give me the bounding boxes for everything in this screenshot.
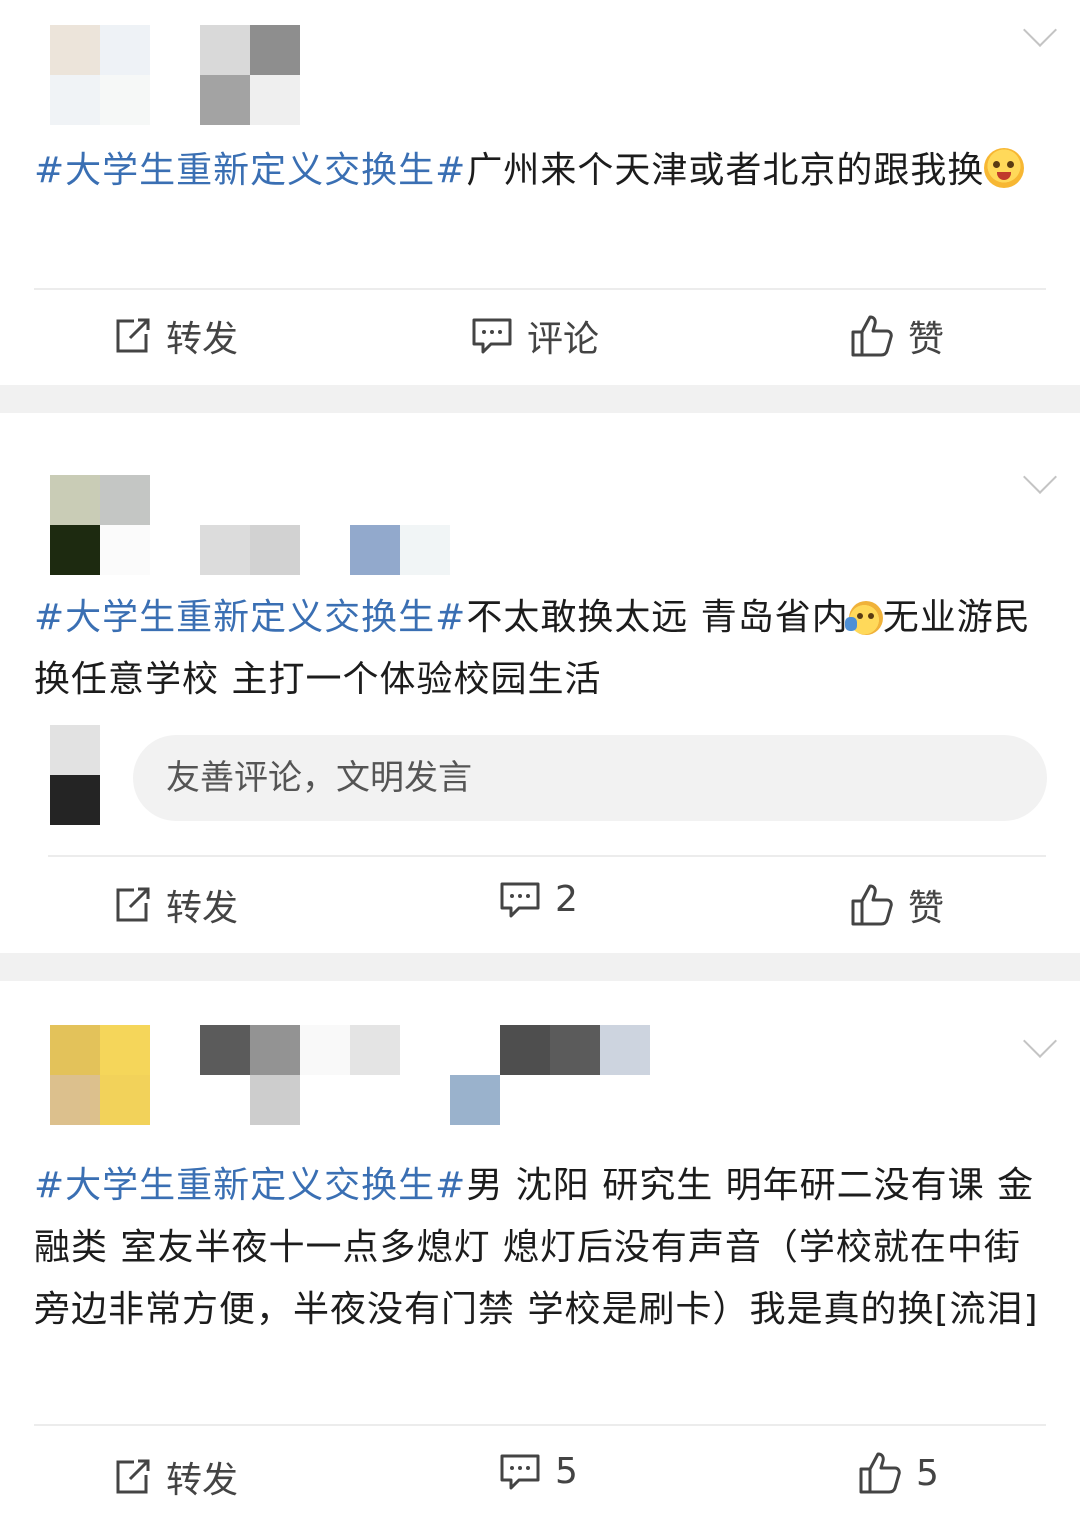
username-pixel	[200, 25, 250, 75]
repost-icon	[116, 887, 150, 922]
comment-count: 2	[555, 879, 578, 920]
avatar-pixel	[50, 75, 100, 125]
divider	[34, 288, 1046, 290]
thumbs-up-icon	[859, 1452, 901, 1494]
comment-label: 评论	[527, 319, 600, 360]
hashtag-link[interactable]: #大学生重新定义交换生#	[34, 597, 466, 638]
username-pixel	[250, 525, 300, 575]
comment-icon	[500, 1454, 540, 1489]
username-pixel	[250, 1025, 300, 1075]
avatar-pixel	[50, 775, 100, 825]
feed-separator	[0, 385, 1080, 413]
post-body: 不太敢换太远 青岛省内	[466, 597, 849, 638]
hashtag-link[interactable]: #大学生重新定义交换生#	[34, 1165, 466, 1206]
avatar[interactable]	[50, 25, 100, 75]
thumbs-up-icon	[851, 884, 893, 926]
username-pixel	[250, 1075, 300, 1125]
post-3: #大学生重新定义交换生#男 沈阳 研究生 明年研二没有课 金融类 室友半夜十一点…	[0, 981, 1080, 1525]
avatar-pixel	[100, 525, 150, 575]
like-button[interactable]: 赞	[850, 879, 944, 931]
avatar-pixel	[50, 1075, 100, 1125]
username-pixel	[600, 1025, 650, 1075]
username-pixel	[500, 1025, 550, 1075]
avatar-pixel	[100, 25, 150, 75]
avatar[interactable]	[50, 475, 100, 525]
avatar[interactable]	[50, 1025, 100, 1075]
raising-hand-emoji-icon	[844, 601, 883, 635]
chevron-down-icon[interactable]	[1023, 460, 1057, 494]
comment-button[interactable]: 5	[499, 1451, 578, 1492]
avatar-pixel	[100, 1075, 150, 1125]
hashtag-link[interactable]: #大学生重新定义交换生#	[34, 150, 466, 191]
repost-label: 转发	[166, 319, 239, 360]
post-2: #大学生重新定义交换生#不太敢换太远 青岛省内 无业游民换任意学校 主打一个体验…	[0, 413, 1080, 953]
post-text: #大学生重新定义交换生#不太敢换太远 青岛省内 无业游民换任意学校 主打一个体验…	[34, 587, 1049, 711]
post-text: #大学生重新定义交换生#男 沈阳 研究生 明年研二没有课 金融类 室友半夜十一点…	[34, 1155, 1049, 1341]
comment-icon	[472, 318, 512, 354]
username-pixel	[400, 525, 450, 575]
post-body: 广州来个天津或者北京的跟我换	[466, 150, 985, 191]
feed-separator	[0, 953, 1080, 981]
comment-icon	[500, 882, 540, 917]
like-label: 赞	[908, 319, 945, 360]
comment-input[interactable]: 友善评论，文明发言	[133, 735, 1047, 821]
repost-button[interactable]: 转发	[112, 1451, 238, 1503]
chevron-down-icon[interactable]	[1023, 13, 1057, 47]
comment-button[interactable]: 评论	[471, 310, 599, 362]
like-count: 5	[916, 1452, 939, 1494]
divider	[34, 1424, 1046, 1426]
comment-button[interactable]: 2	[499, 879, 578, 920]
repost-label: 转发	[166, 888, 239, 929]
post-1: #大学生重新定义交换生#广州来个天津或者北京的跟我换 转发 评论 赞	[0, 0, 1080, 385]
repost-label: 转发	[166, 1460, 239, 1501]
divider	[48, 855, 1046, 857]
username-pixel	[250, 75, 300, 125]
username-pixel	[450, 1075, 500, 1125]
username-pixel	[200, 75, 250, 125]
username-pixel	[300, 1025, 350, 1075]
avatar-pixel	[50, 525, 100, 575]
repost-icon	[116, 318, 150, 353]
current-user-avatar	[50, 725, 100, 775]
repost-icon	[116, 1459, 150, 1494]
username-pixel	[200, 1025, 250, 1075]
username-pixel	[350, 525, 400, 575]
like-button[interactable]: 5	[858, 1451, 939, 1495]
avatar-pixel	[100, 1025, 150, 1075]
username-pixel	[550, 1025, 600, 1075]
avatar-pixel	[100, 475, 150, 525]
repost-button[interactable]: 转发	[112, 310, 238, 362]
chevron-down-icon[interactable]	[1023, 1024, 1057, 1058]
thumbs-up-icon	[851, 315, 893, 357]
avatar-pixel	[100, 75, 150, 125]
like-label: 赞	[908, 888, 945, 929]
like-button[interactable]: 赞	[850, 310, 944, 362]
username-pixel	[350, 1025, 400, 1075]
comment-count: 5	[555, 1451, 578, 1492]
username-pixel	[250, 25, 300, 75]
repost-button[interactable]: 转发	[112, 879, 238, 931]
post-text: #大学生重新定义交换生#广州来个天津或者北京的跟我换	[34, 140, 1049, 202]
username-pixel	[200, 525, 250, 575]
blush-emoji-icon	[984, 148, 1025, 188]
